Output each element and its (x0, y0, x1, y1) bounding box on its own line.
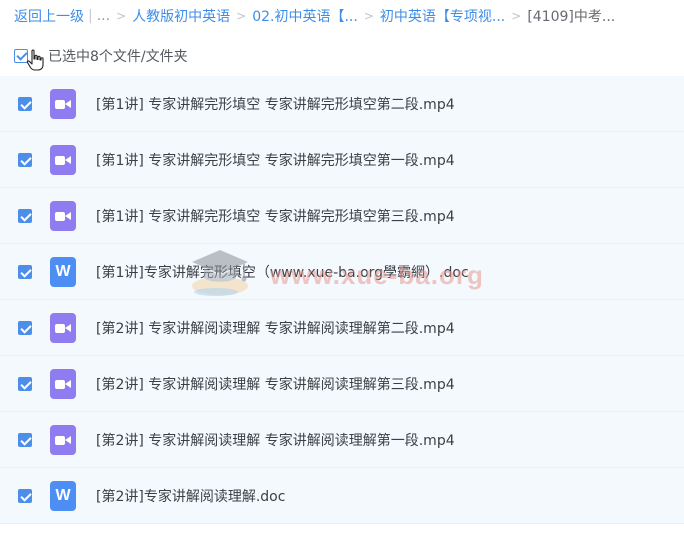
file-name[interactable]: [第2讲] 专家讲解阅读理解 专家讲解阅读理解第三段.mp4 (96, 374, 455, 394)
breadcrumb-current: [4109]中考... (527, 9, 616, 25)
file-row[interactable]: W [第1讲]专家讲解完形填空（www.xue-ba.org學霸網）.doc (0, 244, 684, 300)
file-row[interactable]: [第2讲] 专家讲解阅读理解 专家讲解阅读理解第二段.mp4 (0, 300, 684, 356)
file-checkbox[interactable] (18, 264, 32, 279)
video-file-icon (50, 144, 76, 175)
breadcrumb-divider: | (88, 8, 93, 24)
file-checkbox[interactable] (18, 376, 32, 391)
file-checkbox[interactable] (18, 152, 32, 167)
file-row[interactable]: [第1讲] 专家讲解完形填空 专家讲解完形填空第三段.mp4 (0, 188, 684, 244)
file-row[interactable]: [第2讲] 专家讲解阅读理解 专家讲解阅读理解第三段.mp4 (0, 356, 684, 412)
file-row[interactable]: [第2讲] 专家讲解阅读理解 专家讲解阅读理解第一段.mp4 (0, 412, 684, 468)
file-row[interactable]: [第1讲] 专家讲解完形填空 专家讲解完形填空第一段.mp4 (0, 132, 684, 188)
video-file-icon (50, 200, 76, 231)
mouse-pointer-icon (26, 49, 44, 71)
video-file-icon (50, 312, 76, 343)
chevron-right-icon: > (236, 9, 247, 23)
breadcrumb: 返回上一级 | ... > 人教版初中英语 > 02.初中英语【... > 初中… (14, 6, 615, 26)
file-checkbox[interactable] (18, 432, 32, 447)
file-checkbox[interactable] (18, 320, 32, 335)
file-name[interactable]: [第1讲] 专家讲解完形填空 专家讲解完形填空第一段.mp4 (96, 150, 455, 170)
file-checkbox[interactable] (18, 96, 32, 111)
video-file-icon (50, 88, 76, 119)
breadcrumb-ellipsis[interactable]: ... (97, 8, 110, 24)
chevron-right-icon: > (363, 9, 374, 23)
breadcrumb-item-topic-video[interactable]: 初中英语【专项视... (380, 6, 505, 26)
video-file-icon (50, 368, 76, 399)
file-name[interactable]: [第2讲]专家讲解阅读理解.doc (96, 486, 285, 506)
file-name[interactable]: [第1讲] 专家讲解完形填空 专家讲解完形填空第二段.mp4 (96, 94, 455, 114)
breadcrumb-item-junior-english[interactable]: 02.初中英语【... (252, 6, 358, 26)
video-file-icon (50, 424, 76, 455)
breadcrumb-item-renjiao[interactable]: 人教版初中英语 (132, 6, 230, 26)
file-name[interactable]: [第1讲]专家讲解完形填空（www.xue-ba.org學霸網）.doc (96, 262, 469, 282)
chevron-right-icon: > (116, 9, 127, 23)
file-name[interactable]: [第2讲] 专家讲解阅读理解 专家讲解阅读理解第二段.mp4 (96, 318, 455, 338)
word-file-icon: W (50, 256, 76, 287)
file-checkbox[interactable] (18, 488, 32, 503)
file-row[interactable]: [第1讲] 专家讲解完形填空 专家讲解完形填空第二段.mp4 (0, 76, 684, 132)
file-row[interactable]: W [第2讲]专家讲解阅读理解.doc (0, 468, 684, 524)
file-checkbox[interactable] (18, 208, 32, 223)
file-list: [第1讲] 专家讲解完形填空 专家讲解完形填空第二段.mp4 [第1讲] 专家讲… (0, 76, 684, 524)
file-browser: 返回上一级 | ... > 人教版初中英语 > 02.初中英语【... > 初中… (0, 0, 684, 552)
word-file-icon: W (50, 480, 76, 511)
file-name[interactable]: [第2讲] 专家讲解阅读理解 专家讲解阅读理解第一段.mp4 (96, 430, 455, 450)
selection-count-label: 已选中8个文件/文件夹 (48, 49, 188, 65)
chevron-right-icon: > (511, 9, 522, 23)
file-name[interactable]: [第1讲] 专家讲解完形填空 专家讲解完形填空第三段.mp4 (96, 206, 455, 226)
back-link[interactable]: 返回上一级 (14, 6, 84, 26)
